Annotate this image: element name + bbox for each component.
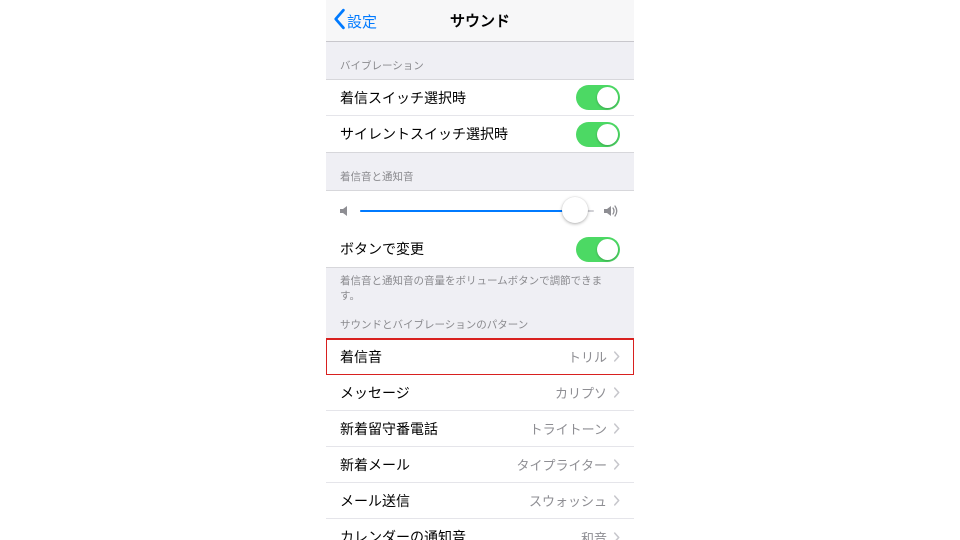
vibration-group: 着信スイッチ選択時 サイレントスイッチ選択時	[326, 79, 634, 153]
volume-thumb[interactable]	[562, 197, 588, 223]
chevron-right-icon	[613, 532, 620, 540]
change-with-buttons-toggle[interactable]	[576, 237, 620, 262]
voicemail-row[interactable]: 新着留守番電話 トライトーン	[326, 411, 634, 447]
chevron-left-icon	[332, 8, 346, 34]
section-header-volume: 着信音と通知音	[326, 153, 634, 190]
ring-switch-row[interactable]: 着信スイッチ選択時	[326, 80, 634, 116]
patterns-group: 着信音 トリル メッセージ カリプソ 新着留守番電話 トライトーン 新着メール …	[326, 338, 634, 540]
ring-switch-label: 着信スイッチ選択時	[340, 88, 576, 108]
calendar-alert-value: 和音	[581, 528, 607, 540]
sent-mail-row[interactable]: メール送信 スウォッシュ	[326, 483, 634, 519]
section-header-patterns: サウンドとバイブレーションのパターン	[326, 307, 634, 338]
ring-switch-toggle[interactable]	[576, 85, 620, 110]
change-with-buttons-label: ボタンで変更	[340, 239, 576, 259]
volume-fill	[360, 210, 575, 212]
text-tone-label: メッセージ	[340, 383, 555, 403]
speaker-high-icon	[604, 204, 620, 218]
sent-mail-label: メール送信	[340, 491, 529, 511]
voicemail-value: トライトーン	[530, 419, 607, 438]
volume-footer: 着信音と通知音の音量をボリュームボタンで調節できます。	[326, 268, 634, 307]
volume-slider-row	[326, 191, 634, 231]
new-mail-row[interactable]: 新着メール タイプライター	[326, 447, 634, 483]
speaker-low-icon	[340, 205, 350, 217]
text-tone-row[interactable]: メッセージ カリプソ	[326, 375, 634, 411]
chevron-right-icon	[613, 423, 620, 434]
calendar-alert-label: カレンダーの通知音	[340, 527, 581, 540]
chevron-right-icon	[613, 495, 620, 506]
silent-switch-label: サイレントスイッチ選択時	[340, 124, 576, 144]
volume-slider[interactable]	[360, 201, 594, 221]
calendar-alert-row[interactable]: カレンダーの通知音 和音	[326, 519, 634, 540]
ringtone-row[interactable]: 着信音 トリル	[326, 339, 634, 375]
back-label: 設定	[347, 11, 377, 32]
back-button[interactable]: 設定	[332, 0, 377, 42]
navbar: 設定 サウンド	[326, 0, 634, 42]
settings-sound-screen: 設定 サウンド バイブレーション 着信スイッチ選択時 サイレントスイッチ選択時 …	[326, 0, 634, 540]
volume-group: ボタンで変更	[326, 190, 634, 268]
chevron-right-icon	[613, 459, 620, 470]
silent-switch-toggle[interactable]	[576, 122, 620, 147]
ringtone-value: トリル	[568, 347, 607, 366]
change-with-buttons-row[interactable]: ボタンで変更	[326, 231, 634, 267]
voicemail-label: 新着留守番電話	[340, 419, 530, 439]
sent-mail-value: スウォッシュ	[529, 491, 607, 510]
chevron-right-icon	[613, 351, 620, 362]
new-mail-value: タイプライター	[517, 455, 607, 474]
new-mail-label: 新着メール	[340, 455, 517, 475]
chevron-right-icon	[613, 387, 620, 398]
text-tone-value: カリプソ	[555, 383, 607, 402]
page-title: サウンド	[450, 10, 510, 31]
section-header-vibration: バイブレーション	[326, 42, 634, 79]
silent-switch-row[interactable]: サイレントスイッチ選択時	[326, 116, 634, 152]
ringtone-label: 着信音	[340, 347, 568, 367]
